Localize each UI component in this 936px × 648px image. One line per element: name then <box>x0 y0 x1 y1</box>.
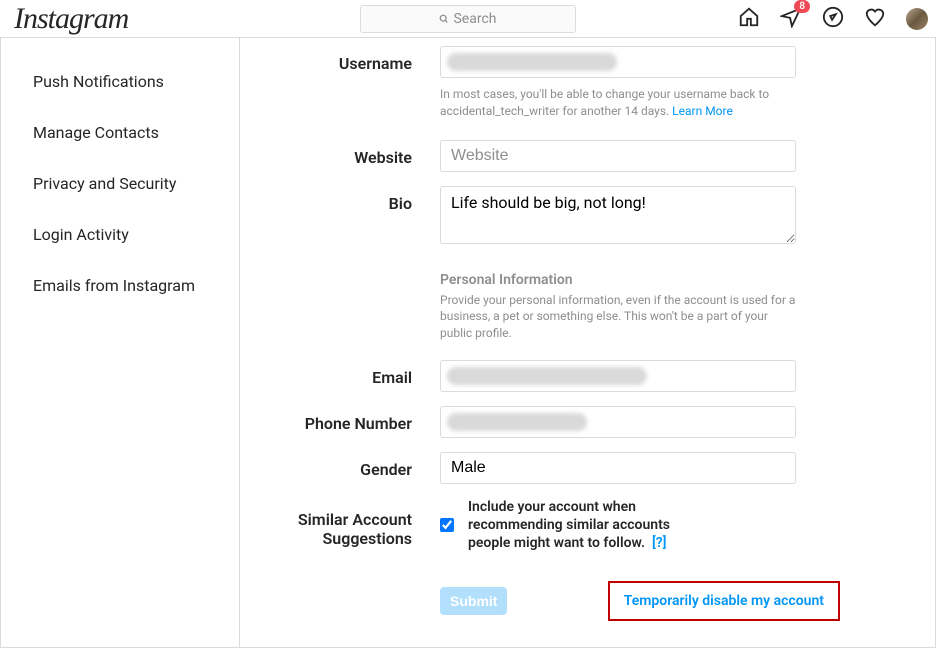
sidebar-item-manage-contacts[interactable]: Manage Contacts <box>1 107 239 158</box>
avatar[interactable] <box>906 8 928 30</box>
gender-label: Gender <box>280 452 440 479</box>
website-input[interactable] <box>440 140 796 172</box>
home-icon[interactable] <box>738 6 760 32</box>
sidebar-item-privacy-security[interactable]: Privacy and Security <box>1 158 239 209</box>
similar-checkbox-label: Include your account when recommending s… <box>468 498 708 553</box>
explore-icon[interactable] <box>822 6 844 32</box>
search-icon <box>439 14 449 24</box>
website-label: Website <box>280 140 440 167</box>
similar-help-link[interactable]: [?] <box>652 535 667 551</box>
top-header: Instagram Search 8 <box>0 0 936 38</box>
nav-icons: 8 <box>738 6 928 32</box>
similar-label: Similar Account Suggestions <box>280 498 440 548</box>
username-label: Username <box>280 46 440 73</box>
instagram-logo[interactable]: Instagram <box>14 2 128 36</box>
sidebar-item-emails[interactable]: Emails from Instagram <box>1 260 239 311</box>
messages-icon[interactable]: 8 <box>780 6 802 32</box>
phone-input[interactable] <box>440 406 796 438</box>
bio-textarea[interactable]: Life should be big, not long! <box>440 186 796 244</box>
personal-info-block: Personal Information Provide your person… <box>440 272 796 342</box>
bio-label: Bio <box>280 186 440 213</box>
phone-label: Phone Number <box>280 406 440 433</box>
sidebar-item-login-activity[interactable]: Login Activity <box>1 209 239 260</box>
settings-sidebar: Push Notifications Manage Contacts Priva… <box>0 38 240 648</box>
search-input[interactable]: Search <box>360 5 576 33</box>
username-input[interactable] <box>440 46 796 78</box>
username-helper: In most cases, you'll be able to change … <box>440 86 796 120</box>
sidebar-item-push-notifications[interactable]: Push Notifications <box>1 56 239 107</box>
learn-more-link[interactable]: Learn More <box>672 104 733 118</box>
similar-checkbox[interactable] <box>440 518 454 532</box>
personal-info-heading: Personal Information <box>440 272 796 288</box>
search-placeholder: Search <box>453 11 496 27</box>
messages-badge: 8 <box>794 0 810 13</box>
edit-profile-main: Username In most cases, you'll be able t… <box>240 38 936 648</box>
activity-icon[interactable] <box>864 6 886 32</box>
disable-account-link[interactable]: Temporarily disable my account <box>608 581 840 621</box>
email-input[interactable] <box>440 360 796 392</box>
gender-input[interactable] <box>440 452 796 484</box>
email-label: Email <box>280 360 440 387</box>
personal-info-desc: Provide your personal information, even … <box>440 292 796 342</box>
submit-button[interactable]: Submit <box>440 587 507 615</box>
